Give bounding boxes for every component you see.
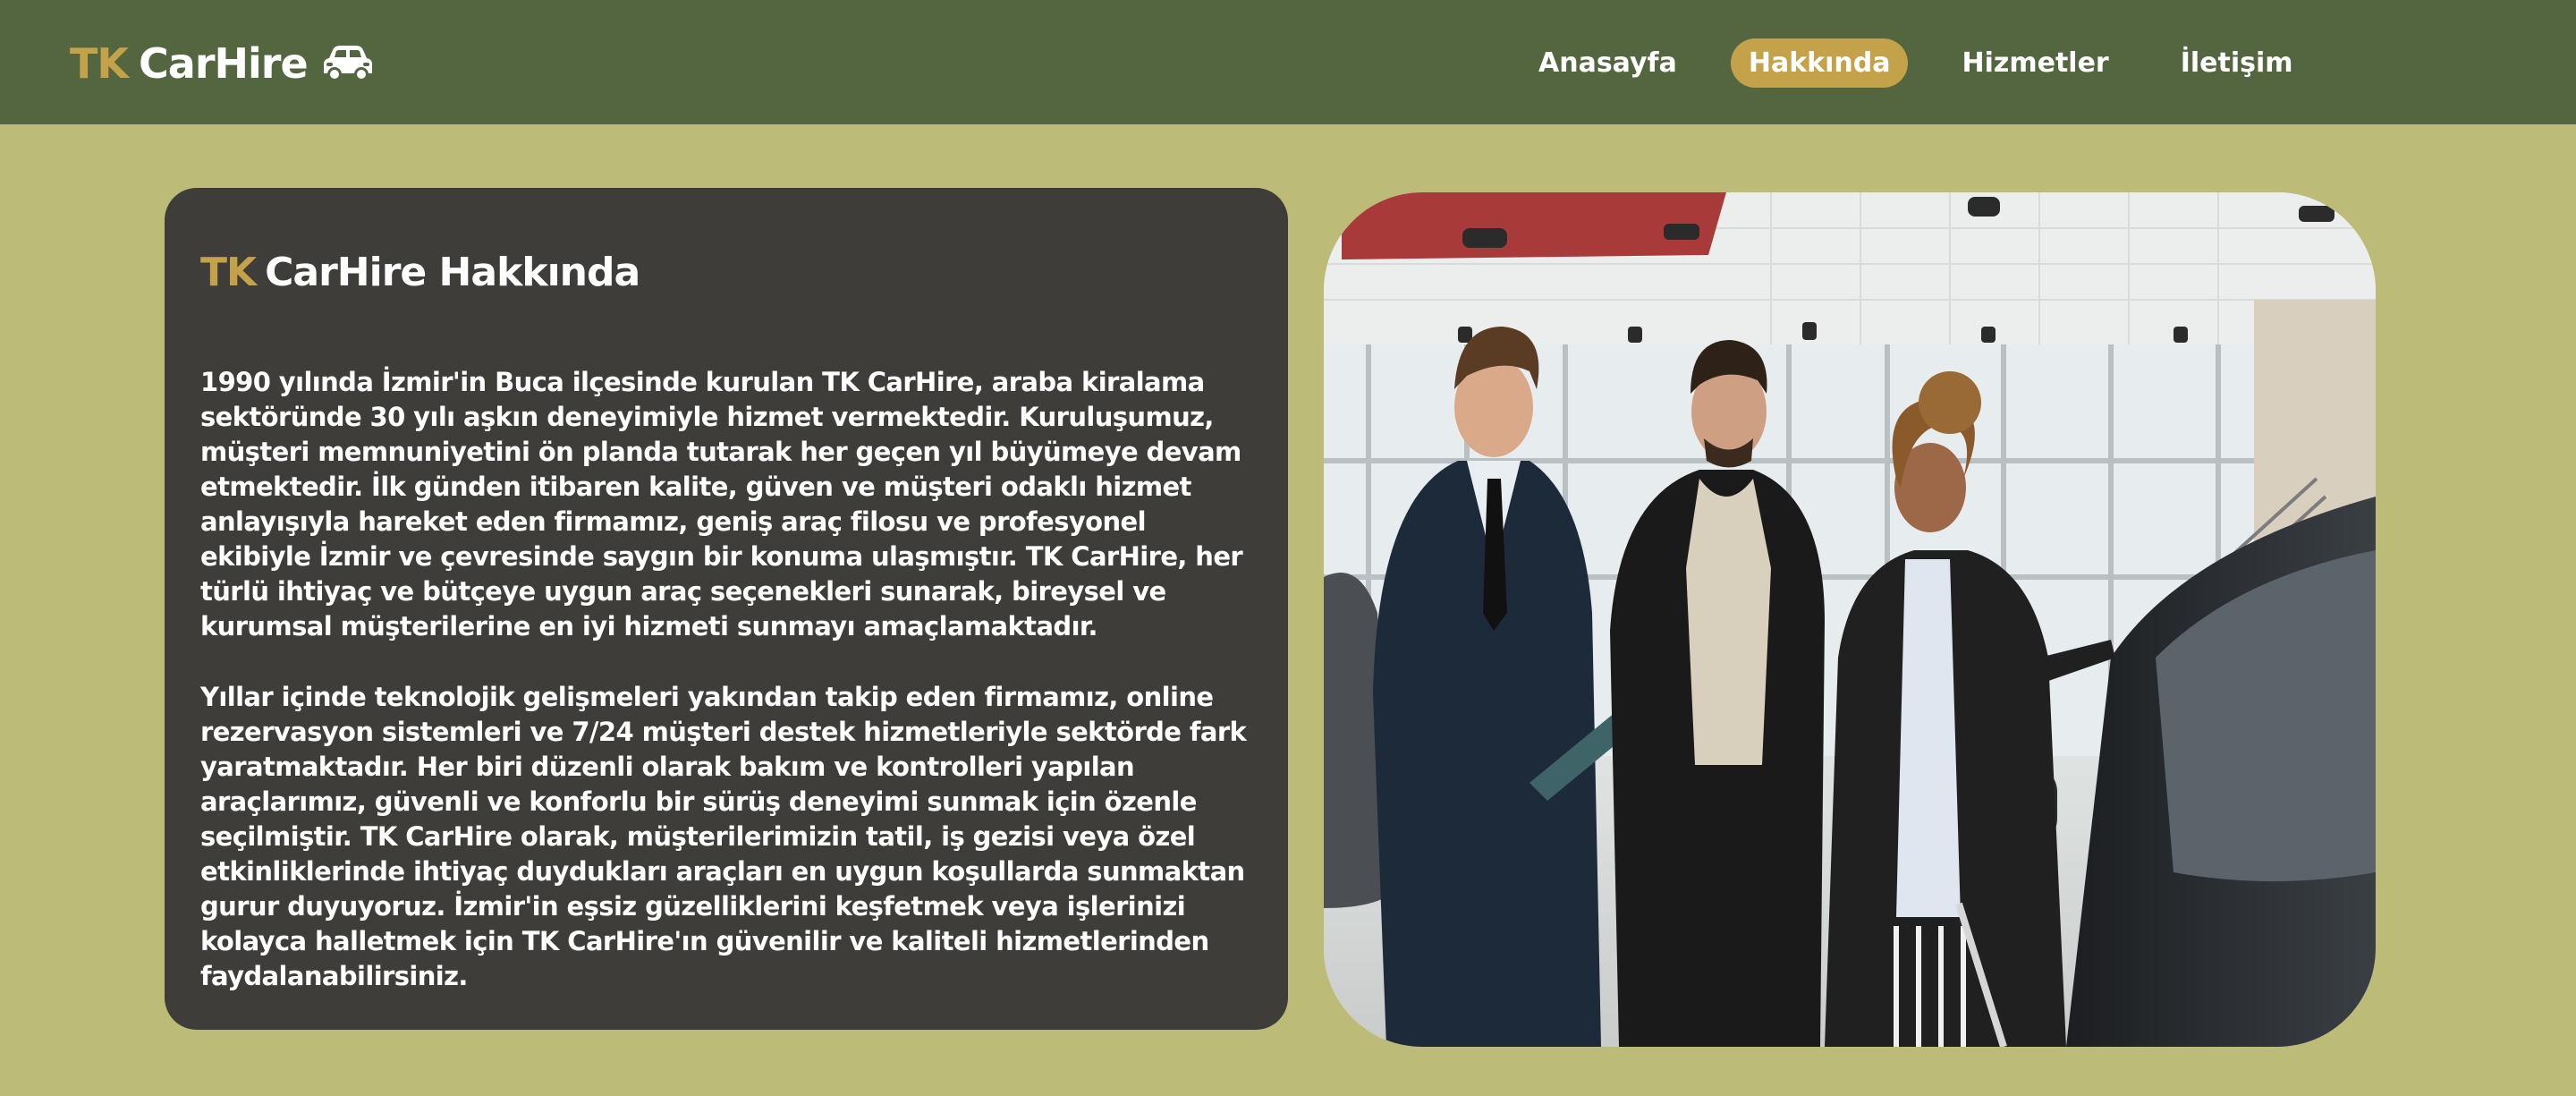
car-icon [318, 43, 377, 84]
about-paragraph-1: 1990 yılında İzmir'in Buca ilçesinde kur… [200, 367, 1243, 641]
nav-hizmetler[interactable]: Hizmetler [1944, 38, 2126, 88]
about-title-rest: CarHire Hakkında [265, 250, 640, 296]
nav-iletisim[interactable]: İletişim [2163, 38, 2311, 88]
about-panel: TK CarHire Hakkında 1990 yılında İzmir'in… [165, 188, 1288, 1030]
brand-name: CarHire [139, 39, 309, 88]
nav-anasayfa[interactable]: Anasayfa [1521, 38, 1695, 88]
main-nav: Anasayfa Hakkında Hizmetler İletişim [1521, 36, 2347, 89]
brand-logo[interactable]: TK CarHire [70, 32, 377, 95]
about-title-tk: TK [200, 250, 257, 296]
showroom-photo [1324, 192, 2376, 1047]
nav-hakkinda[interactable]: Hakkında [1730, 38, 1909, 88]
brand-tk: TK [70, 39, 129, 88]
top-navbar: TK CarHire Anasayfa Hakkında Hizmetler İ… [0, 0, 2576, 124]
about-paragraph-2: Yıllar içinde teknolojik gelişmeleri yak… [200, 682, 1247, 991]
about-title: TK CarHire Hakkında [200, 250, 640, 295]
